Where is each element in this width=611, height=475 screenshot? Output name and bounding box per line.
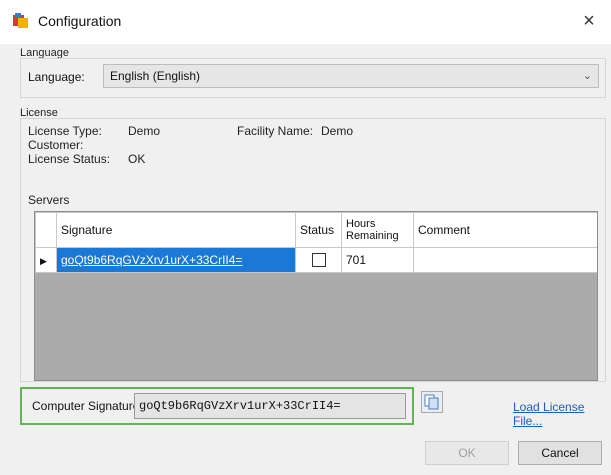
license-type-value: Demo [128,124,161,138]
copy-signature-button[interactable] [421,391,443,413]
servers-table: Signature Status Hours Remaining Comment… [35,212,597,273]
license-status-label: License Status: [28,152,111,166]
cancel-button[interactable]: Cancel [518,441,602,465]
ok-button[interactable]: OK [425,441,509,465]
servers-grid[interactable]: Signature Status Hours Remaining Comment… [34,211,598,381]
hours-remaining-cell[interactable]: 701 [341,247,414,273]
computer-signature-group: Computer Signature: goQt9b6RqGVzXrv1urX+… [20,387,414,425]
row-pointer-icon: ▶ [40,256,47,266]
status-checkbox[interactable] [311,253,326,268]
license-type-label: License Type: [28,124,102,138]
column-header-comment[interactable]: Comment [413,212,597,248]
chevron-down-icon: ⌄ [582,70,592,82]
app-icon [12,12,30,30]
title-bar: Configuration × [0,0,611,44]
window-title: Configuration [38,13,122,29]
status-cell[interactable] [295,247,342,273]
language-label: Language: [28,70,85,84]
language-select[interactable]: English (English) ⌄ [103,64,599,88]
row-selector[interactable]: ▶ [35,247,57,273]
row-header-corner [35,212,57,248]
copy-icon [424,394,439,410]
customer-label: Customer: [28,138,84,152]
column-header-status[interactable]: Status [295,212,342,248]
language-selected-value: English (English) [110,69,201,83]
load-license-file-link[interactable]: Load License File... [513,400,611,428]
license-status-value: OK [128,152,146,166]
signature-cell[interactable]: goQt9b6RqGVzXrv1urX+33CrII4= [56,247,296,273]
facility-name-value: Demo [321,124,354,138]
close-icon[interactable]: × [574,6,604,36]
computer-signature-field[interactable]: goQt9b6RqGVzXrv1urX+33CrII4= [134,393,406,419]
servers-header-row: Signature Status Hours Remaining Comment [35,212,597,248]
column-header-hours-remaining[interactable]: Hours Remaining [341,212,414,248]
table-row[interactable]: ▶ goQt9b6RqGVzXrv1urX+33CrII4= 701 [35,247,597,273]
column-header-signature[interactable]: Signature [56,212,296,248]
hours-header-line2: Remaining [346,230,399,242]
comment-cell[interactable] [413,247,597,273]
computer-signature-label: Computer Signature: [32,399,143,413]
facility-name-label: Facility Name: [237,124,314,138]
hours-header-line1: Hours [346,218,376,230]
servers-title: Servers [28,193,70,207]
